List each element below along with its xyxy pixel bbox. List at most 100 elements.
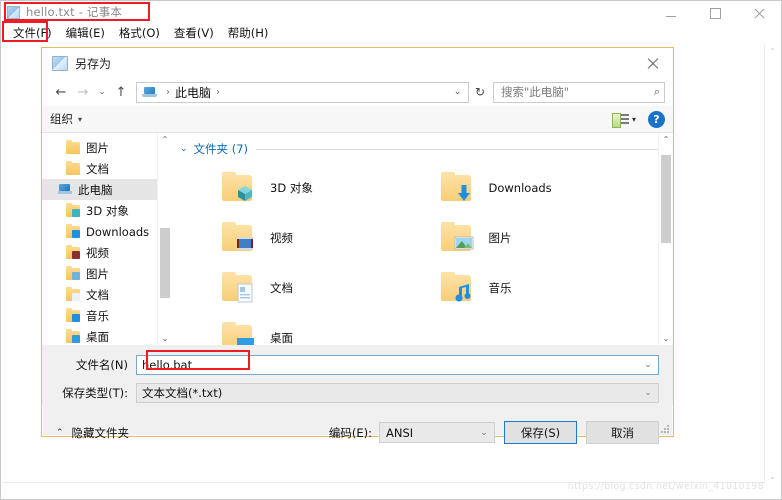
organize-button[interactable]: 组织 ▾ (50, 111, 82, 127)
list-item-documents[interactable]: 文档 (172, 263, 423, 313)
hide-folders-button[interactable]: ⌃ 隐藏文件夹 (56, 425, 129, 441)
up-icon[interactable]: ↑ (110, 81, 132, 103)
search-input[interactable]: 搜索"此电脑" ⌕ (493, 81, 665, 103)
search-placeholder: 搜索"此电脑" (501, 85, 570, 99)
file-list[interactable]: ⌄ 文件夹 (7) 3D 对象 Downloads 视频 图片 文档 音乐 桌面… (172, 133, 673, 345)
notepad-vertical-scrollbar[interactable]: ⌃ ⌄ (764, 45, 780, 483)
refresh-icon[interactable]: ↻ (470, 82, 490, 103)
sidebar-item-documents[interactable]: 文档 (42, 284, 157, 305)
chevron-down-icon[interactable]: ⌄ (476, 428, 492, 438)
sidebar-item-documents-quick[interactable]: 文档 (42, 158, 157, 179)
filename-label: 文件名(N) (75, 358, 128, 372)
close-button[interactable] (737, 1, 781, 25)
this-pc-icon (58, 183, 72, 196)
sidebar-item-videos[interactable]: 视频 (42, 242, 157, 263)
sidebar-item-pictures[interactable]: 图片 (42, 263, 157, 284)
folder-desktop-icon (222, 322, 256, 345)
sidebar-item-label: 音乐 (86, 308, 109, 323)
folder-documents-icon (66, 160, 80, 175)
folder-3dobjects-icon (222, 172, 256, 203)
encoding-select[interactable]: ANSI ⌄ (379, 422, 495, 443)
chevron-down-icon[interactable]: ▾ (632, 115, 636, 124)
list-item-music[interactable]: 音乐 (423, 263, 674, 313)
group-header[interactable]: ⌄ 文件夹 (7) (172, 133, 673, 159)
chevron-down-icon: ▾ (78, 114, 83, 124)
watermark: https://blog.csdn.net/weixin_41010198 (567, 481, 764, 492)
folder-music-icon (440, 272, 475, 303)
save-button[interactable]: 保存(S) (504, 421, 577, 444)
list-item-label: 视频 (270, 231, 293, 245)
breadcrumb-separator: › (166, 86, 170, 98)
sidebar-item-desktop[interactable]: 桌面 (42, 326, 157, 345)
forward-icon[interactable]: → (72, 81, 94, 103)
scroll-down-arrow[interactable]: ⌄ (158, 334, 172, 343)
list-item-3d-objects[interactable]: 3D 对象 (172, 163, 423, 213)
help-icon[interactable]: ? (648, 110, 665, 128)
scroll-up-arrow[interactable]: ⌃ (158, 135, 172, 144)
encoding-value: ANSI (386, 425, 414, 440)
filetype-row: 保存类型(T): 文本文档(*.txt) ⌄ (56, 381, 659, 405)
cancel-button[interactable]: 取消 (586, 421, 659, 444)
minimize-button[interactable] (649, 1, 693, 25)
scrollbar-thumb[interactable] (661, 155, 671, 243)
breadcrumb-item-this-pc[interactable]: 此电脑 (175, 84, 211, 101)
sidebar-item-label: 图片 (86, 266, 109, 281)
encoding-label: 编码(E): (328, 425, 372, 440)
sidebar-item-this-pc[interactable]: 此电脑 (42, 179, 157, 200)
group-header-label: 文件夹 (7) (193, 142, 248, 156)
chevron-down-icon[interactable]: ⌄ (449, 87, 466, 97)
organize-label: 组织 (50, 112, 73, 126)
view-layout-icon[interactable] (611, 112, 629, 128)
file-list-scrollbar[interactable]: ⌃ ⌄ (658, 133, 673, 345)
menu-format[interactable]: 格式(O) (113, 24, 168, 42)
sidebar-item-pictures-quick[interactable]: 图片 (42, 137, 157, 158)
address-bar[interactable]: › 此电脑 › ⌄ (136, 81, 469, 103)
sidebar-item-3d-objects[interactable]: 3D 对象 (42, 200, 157, 221)
sidebar-item-downloads[interactable]: Downloads (42, 221, 157, 242)
tree-scrollbar[interactable]: ⌃ ⌄ (157, 133, 172, 345)
dialog-toolbar: 组织 ▾ ▾ ? (42, 106, 673, 133)
scroll-up-arrow[interactable]: ⌃ (659, 135, 673, 144)
list-item-videos[interactable]: 视频 (172, 213, 423, 263)
scrollbar-thumb[interactable] (160, 228, 170, 298)
chevron-down-icon[interactable]: ⌄ (180, 144, 188, 154)
folder-videos-icon (66, 244, 80, 259)
chevron-down-icon[interactable]: ⌄ (640, 360, 656, 370)
menu-file[interactable]: 文件(F) (7, 24, 60, 42)
navigation-bar: ← → ⌄ ↑ › 此电脑 › ⌄ ↻ 搜索"此电脑" ⌕ (42, 78, 673, 106)
menu-help[interactable]: 帮助(H) (222, 24, 277, 42)
recent-locations-icon[interactable]: ⌄ (94, 81, 110, 103)
maximize-button[interactable] (693, 1, 737, 25)
menu-edit[interactable]: 编辑(E) (60, 24, 113, 42)
folder-pictures-icon (440, 222, 475, 253)
sidebar-item-label: 文档 (86, 287, 109, 302)
back-icon[interactable]: ← (50, 81, 72, 103)
chevron-down-icon[interactable]: ⌄ (640, 388, 656, 398)
list-item-pictures[interactable]: 图片 (423, 213, 674, 263)
scroll-down-arrow[interactable]: ⌄ (765, 472, 780, 481)
list-item-label: 图片 (488, 231, 512, 245)
filename-row: 文件名(N) hello.bat ⌄ (56, 353, 659, 377)
sidebar-item-label: Downloads (86, 224, 150, 239)
navigation-tree[interactable]: 图片 文档 此电脑 3D 对象 Downloads 视频 图片 文档 音乐 桌面 (42, 133, 157, 345)
dialog-titlebar: 另存为 (42, 48, 673, 78)
menu-view[interactable]: 查看(V) (168, 24, 222, 42)
notepad-titlebar: hello.txt - 记事本 (1, 1, 781, 23)
scroll-down-arrow[interactable]: ⌄ (659, 334, 673, 343)
scroll-up-arrow[interactable]: ⌃ (765, 47, 780, 56)
dialog-close-button[interactable] (633, 48, 673, 78)
filetype-label: 保存类型(T): (62, 386, 128, 400)
save-form: 文件名(N) hello.bat ⌄ 保存类型(T): 文本文档(*.txt) … (42, 345, 673, 405)
resize-grip[interactable] (660, 424, 670, 434)
hide-folders-label: 隐藏文件夹 (71, 425, 130, 440)
group-header-rule (256, 148, 663, 150)
sidebar-item-music[interactable]: 音乐 (42, 305, 157, 326)
list-item-desktop[interactable]: 桌面 (172, 313, 423, 345)
list-item-downloads[interactable]: Downloads (423, 163, 674, 213)
search-icon: ⌕ (653, 85, 660, 98)
list-item-label: Downloads (488, 181, 552, 195)
filename-input[interactable]: hello.bat ⌄ (136, 355, 659, 375)
filetype-select[interactable]: 文本文档(*.txt) ⌄ (136, 383, 659, 403)
folder-videos-icon (222, 222, 256, 253)
dialog-footer: ⌃ 隐藏文件夹 编码(E): ANSI ⌄ 保存(S) 取消 (42, 409, 673, 444)
